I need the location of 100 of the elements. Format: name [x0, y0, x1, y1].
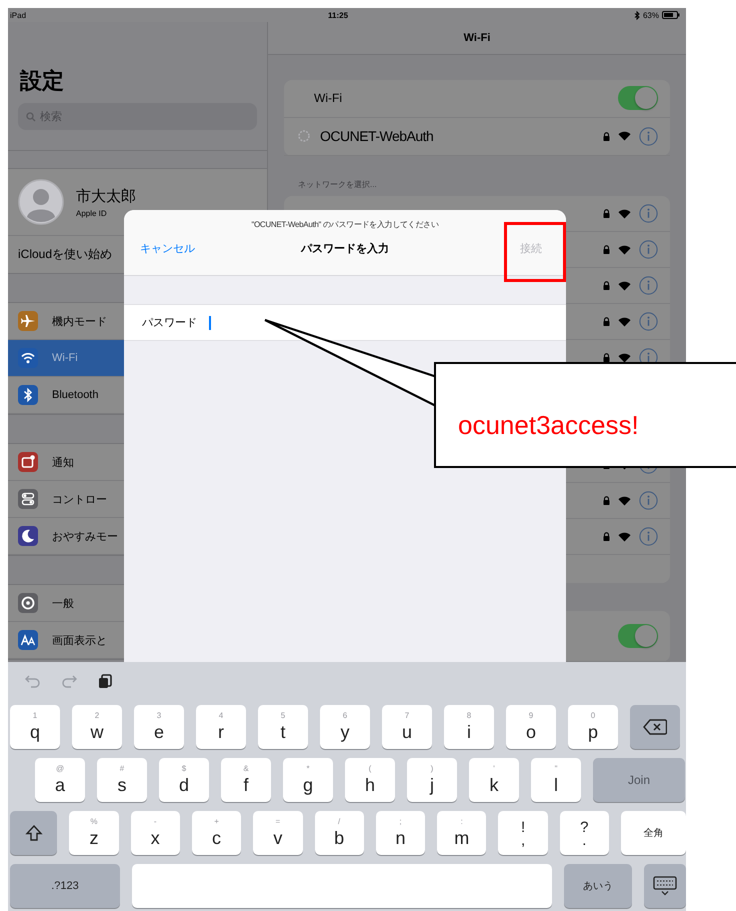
- profile-name: 市大太郎: [76, 186, 136, 206]
- key[interactable]: ? .: [560, 811, 609, 855]
- key-hint: +: [214, 817, 219, 827]
- key-label: p: [588, 721, 598, 743]
- toggle-switch[interactable]: [618, 86, 658, 110]
- keyboard-icon: [653, 876, 677, 896]
- shift-icon: [24, 824, 43, 842]
- key[interactable]: $ d: [159, 758, 209, 802]
- key-hint: *: [306, 764, 310, 774]
- key[interactable]: ' k: [469, 758, 519, 802]
- key-hint: 5: [280, 711, 286, 721]
- key-label: r: [218, 721, 224, 743]
- key-hint: 0: [590, 711, 596, 721]
- key-hint: (: [368, 764, 372, 774]
- network-row[interactable]: OCUNET-WebAuth: [284, 118, 670, 156]
- key[interactable]: # s: [97, 758, 147, 802]
- key[interactable]: * g: [283, 758, 333, 802]
- carrier-label: iPad: [10, 10, 26, 20]
- wifi-icon: [618, 316, 631, 326]
- backspace-icon: [643, 719, 667, 735]
- key-label: x: [150, 827, 160, 849]
- key-hint: :: [460, 817, 463, 827]
- key[interactable]: [630, 705, 680, 749]
- section-label: ネットワークを選択...: [297, 178, 378, 191]
- key-label: e: [154, 721, 164, 743]
- key[interactable]: + c: [192, 811, 242, 855]
- key[interactable]: " l: [531, 758, 581, 802]
- wifi-icon: [618, 352, 631, 362]
- wifi-icon: [618, 131, 631, 142]
- key-label: k: [490, 774, 498, 796]
- key[interactable]: & f: [221, 758, 271, 802]
- item-label: 一般: [52, 596, 74, 610]
- profile-subtitle: Apple ID: [76, 208, 108, 218]
- key-label: j: [430, 774, 434, 796]
- key[interactable]: - x: [130, 811, 180, 855]
- key[interactable]: ! ,: [498, 811, 548, 855]
- key[interactable]: 9 o: [506, 705, 556, 749]
- key-label: c: [212, 827, 222, 849]
- key[interactable]: .?123: [10, 864, 120, 908]
- battery-icon: [662, 11, 680, 19]
- wifi-icon: [618, 208, 631, 218]
- toggle-switch[interactable]: [618, 624, 658, 648]
- key-label: s: [118, 774, 126, 796]
- spinner-icon: [298, 130, 310, 142]
- key-hint: 7: [404, 711, 410, 721]
- key[interactable]: [10, 811, 58, 855]
- key[interactable]: ( h: [345, 758, 395, 802]
- key[interactable]: : m: [437, 811, 486, 855]
- key[interactable]: 3 e: [134, 705, 184, 749]
- key-label: g: [302, 774, 313, 796]
- clipboard-icon[interactable]: [96, 672, 114, 690]
- key[interactable]: = v: [253, 811, 302, 855]
- key-label: h: [364, 774, 375, 796]
- key-hint: 2: [94, 711, 100, 721]
- key[interactable]: % z: [69, 811, 119, 855]
- key[interactable]: あいう: [564, 864, 632, 908]
- key[interactable]: @ a: [35, 758, 85, 802]
- key[interactable]: 5 t: [258, 705, 308, 749]
- key[interactable]: 0 p: [568, 705, 618, 749]
- key[interactable]: 8 i: [444, 705, 494, 749]
- search-icon: [26, 112, 36, 122]
- key-hint: &: [243, 764, 249, 774]
- key-label: o: [526, 721, 536, 743]
- key-hint: $: [182, 764, 186, 774]
- key[interactable]: ) j: [407, 758, 457, 802]
- key[interactable]: 6 y: [320, 705, 370, 749]
- key-label: !: [520, 820, 526, 836]
- field-label: パスワード: [142, 316, 197, 330]
- key-hint: ): [430, 764, 434, 774]
- item-label: Wi-Fi: [52, 352, 78, 364]
- key-label: n: [395, 827, 406, 849]
- key-hint: 8: [466, 711, 472, 721]
- wifi-icon: [618, 496, 631, 506]
- network-name: OCUNET-WebAuth: [320, 128, 434, 144]
- item-label: Bluetooth: [52, 389, 98, 401]
- key-hint: 3: [156, 711, 162, 721]
- key[interactable]: 7 u: [382, 705, 432, 749]
- key-hint: =: [276, 817, 280, 827]
- key[interactable]: [644, 864, 686, 908]
- key-hint: 9: [528, 711, 534, 721]
- key-hint: ': [493, 764, 495, 774]
- key[interactable]: 全角: [620, 811, 686, 855]
- key[interactable]: / b: [314, 811, 364, 855]
- item-label: 画面表示と: [52, 634, 107, 648]
- item-label: 通知: [52, 456, 74, 470]
- status-time: 11:25: [328, 10, 348, 20]
- key-hint: /: [338, 817, 340, 827]
- key[interactable]: ; n: [376, 811, 426, 855]
- key[interactable]: 4 r: [196, 705, 246, 749]
- key-label: f: [243, 774, 248, 796]
- key-label: a: [54, 774, 65, 796]
- dialog-title: パスワードを入力: [301, 242, 389, 256]
- key[interactable]: 1 q: [10, 705, 60, 749]
- pane-title: Wi-Fi: [464, 32, 490, 44]
- cancel-button[interactable]: キャンセル: [140, 240, 195, 256]
- key-label: ?: [580, 820, 588, 836]
- key[interactable]: 2 w: [72, 705, 122, 749]
- key-label: l: [554, 774, 558, 796]
- avatar-icon: [18, 179, 64, 225]
- key-label: y: [340, 721, 350, 743]
